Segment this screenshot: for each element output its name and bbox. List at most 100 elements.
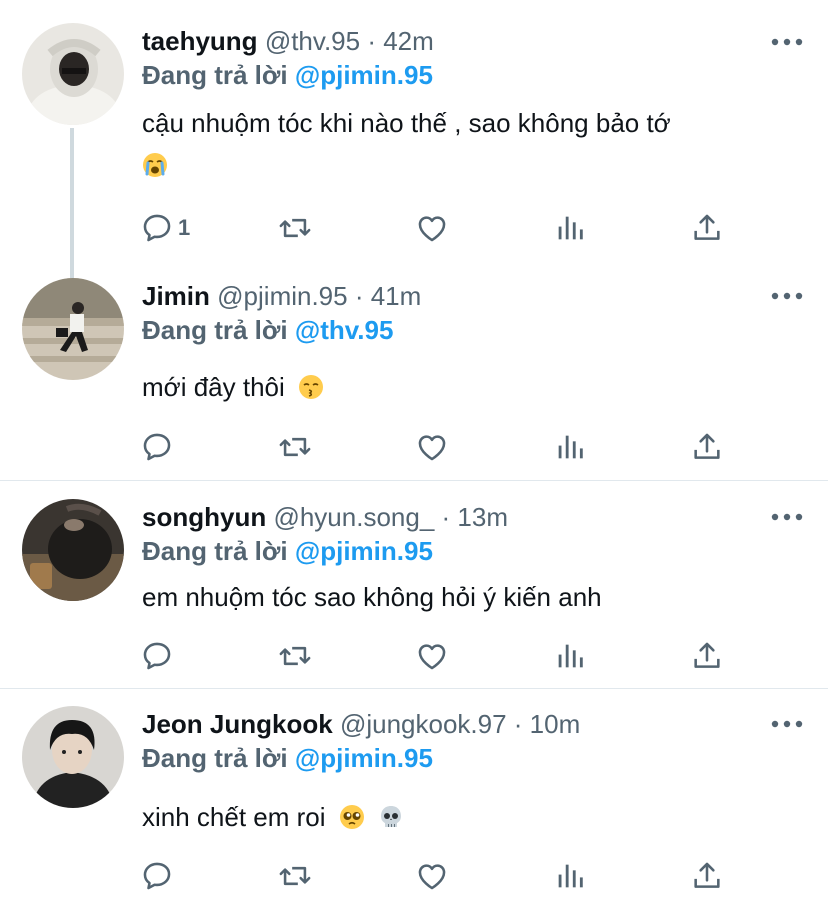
tweet-text: em nhuộm tóc sao không hỏi ý kiến anh bbox=[142, 576, 802, 618]
more-icon bbox=[770, 35, 804, 49]
analytics-icon bbox=[553, 859, 587, 893]
heart-icon bbox=[415, 859, 449, 893]
reply-button[interactable] bbox=[140, 427, 178, 467]
share-button[interactable] bbox=[690, 636, 724, 676]
thread-connector-line bbox=[70, 128, 74, 278]
tweet-text: cậu nhuộm tóc khi nào thế , sao không bả… bbox=[142, 102, 802, 186]
avatar[interactable] bbox=[22, 499, 124, 601]
reply-button[interactable]: 1 bbox=[140, 208, 190, 248]
reply-thread: taehyung @thv.95 · 42m Đang trả lời @pji… bbox=[0, 0, 828, 907]
more-options-button[interactable] bbox=[770, 289, 804, 303]
handle-and-time: @thv.95 · 42m bbox=[264, 26, 434, 56]
tweet-text-content: cậu nhuộm tóc khi nào thế , sao không bả… bbox=[142, 108, 671, 138]
retweet-button[interactable] bbox=[278, 208, 312, 248]
tweet-text-content: xinh chết em roi bbox=[142, 802, 326, 832]
analytics-button[interactable] bbox=[553, 208, 587, 248]
tweet-jungkook[interactable]: Jeon Jungkook @jungkook.97 · 10m Đang tr… bbox=[0, 689, 828, 907]
replying-to-handle[interactable]: @pjimin.95 bbox=[295, 536, 433, 566]
retweet-icon bbox=[278, 859, 312, 893]
tweet-header: taehyung @thv.95 · 42m bbox=[142, 26, 434, 56]
retweet-icon bbox=[278, 211, 312, 245]
more-options-button[interactable] bbox=[770, 717, 804, 731]
tweet-actions bbox=[138, 427, 738, 467]
like-button[interactable] bbox=[415, 427, 449, 467]
more-options-button[interactable] bbox=[770, 35, 804, 49]
share-icon bbox=[690, 430, 724, 464]
avatar-jungkook-image bbox=[22, 706, 124, 808]
crying-face-emoji-icon bbox=[143, 153, 167, 177]
reply-count: 1 bbox=[178, 215, 191, 240]
display-name[interactable]: Jeon Jungkook bbox=[142, 709, 333, 739]
tweet-actions: 1 bbox=[138, 208, 738, 248]
tweet-header: Jeon Jungkook @jungkook.97 · 10m bbox=[142, 709, 580, 739]
avatar-taehyung-image bbox=[22, 23, 124, 125]
display-name[interactable]: taehyung bbox=[142, 26, 258, 56]
share-icon bbox=[690, 639, 724, 673]
retweet-button[interactable] bbox=[278, 427, 312, 467]
share-button[interactable] bbox=[690, 427, 724, 467]
more-icon bbox=[770, 510, 804, 524]
like-button[interactable] bbox=[415, 636, 449, 676]
tweet-actions bbox=[138, 856, 738, 896]
tweet-text: xinh chết em roi bbox=[142, 796, 802, 838]
tweet-header: Jimin @pjimin.95 · 41m bbox=[142, 281, 421, 311]
like-button[interactable] bbox=[415, 856, 449, 896]
skull-emoji-icon bbox=[381, 806, 401, 827]
retweet-icon bbox=[278, 639, 312, 673]
analytics-icon bbox=[553, 211, 587, 245]
replying-to-handle[interactable]: @pjimin.95 bbox=[295, 60, 433, 90]
handle-and-time: @jungkook.97 · 10m bbox=[339, 709, 581, 739]
pleading-face-emoji-icon bbox=[339, 805, 364, 829]
replying-to: Đang trả lời @pjimin.95 bbox=[142, 60, 433, 90]
reply-icon bbox=[140, 211, 174, 245]
replying-to-handle[interactable]: @thv.95 bbox=[295, 315, 394, 345]
tweet-actions bbox=[138, 636, 738, 676]
reply-icon bbox=[140, 639, 174, 673]
retweet-icon bbox=[278, 430, 312, 464]
replying-to-label: Đang trả lời bbox=[142, 536, 288, 566]
tweet-header: songhyun @hyun.song_ · 13m bbox=[142, 502, 508, 532]
analytics-icon bbox=[553, 430, 587, 464]
tweet-text-content: mới đây thôi bbox=[142, 372, 285, 402]
share-button[interactable] bbox=[690, 208, 724, 248]
tweet-jimin[interactable]: Jimin @pjimin.95 · 41m Đang trả lời @thv… bbox=[0, 265, 828, 480]
reply-icon bbox=[140, 859, 174, 893]
display-name[interactable]: Jimin bbox=[142, 281, 210, 311]
replying-to-handle[interactable]: @pjimin.95 bbox=[295, 743, 433, 773]
more-options-button[interactable] bbox=[770, 510, 804, 524]
heart-icon bbox=[415, 430, 449, 464]
share-icon bbox=[690, 859, 724, 893]
analytics-icon bbox=[553, 639, 587, 673]
reply-icon bbox=[140, 430, 174, 464]
tweet-text: mới đây thôi bbox=[142, 366, 802, 408]
avatar-jimin-image bbox=[22, 278, 124, 380]
tweet-text-content: em nhuộm tóc sao không hỏi ý kiến anh bbox=[142, 582, 602, 612]
analytics-button[interactable] bbox=[553, 427, 587, 467]
like-button[interactable] bbox=[415, 208, 449, 248]
replying-to: Đang trả lời @thv.95 bbox=[142, 315, 393, 345]
retweet-button[interactable] bbox=[278, 636, 312, 676]
tweet-songhyun[interactable]: songhyun @hyun.song_ · 13m Đang trả lời … bbox=[0, 481, 828, 688]
replying-to-label: Đang trả lời bbox=[142, 743, 288, 773]
heart-icon bbox=[415, 639, 449, 673]
retweet-button[interactable] bbox=[278, 856, 312, 896]
display-name[interactable]: songhyun bbox=[142, 502, 266, 532]
handle-and-time: @pjimin.95 · 41m bbox=[217, 281, 422, 311]
analytics-button[interactable] bbox=[553, 636, 587, 676]
replying-to: Đang trả lời @pjimin.95 bbox=[142, 743, 433, 773]
avatar[interactable] bbox=[22, 23, 124, 125]
avatar-songhyun-image bbox=[22, 499, 124, 601]
reply-button[interactable] bbox=[140, 856, 178, 896]
share-button[interactable] bbox=[690, 856, 724, 896]
reply-button[interactable] bbox=[140, 636, 178, 676]
avatar[interactable] bbox=[22, 278, 124, 380]
share-icon bbox=[690, 211, 724, 245]
avatar[interactable] bbox=[22, 706, 124, 808]
replying-to-label: Đang trả lời bbox=[142, 60, 288, 90]
heart-icon bbox=[415, 211, 449, 245]
tweet-taehyung[interactable]: taehyung @thv.95 · 42m Đang trả lời @pji… bbox=[0, 0, 828, 278]
handle-and-time: @hyun.song_ · 13m bbox=[273, 502, 508, 532]
analytics-button[interactable] bbox=[553, 856, 587, 896]
replying-to-label: Đang trả lời bbox=[142, 315, 288, 345]
replying-to: Đang trả lời @pjimin.95 bbox=[142, 536, 433, 566]
